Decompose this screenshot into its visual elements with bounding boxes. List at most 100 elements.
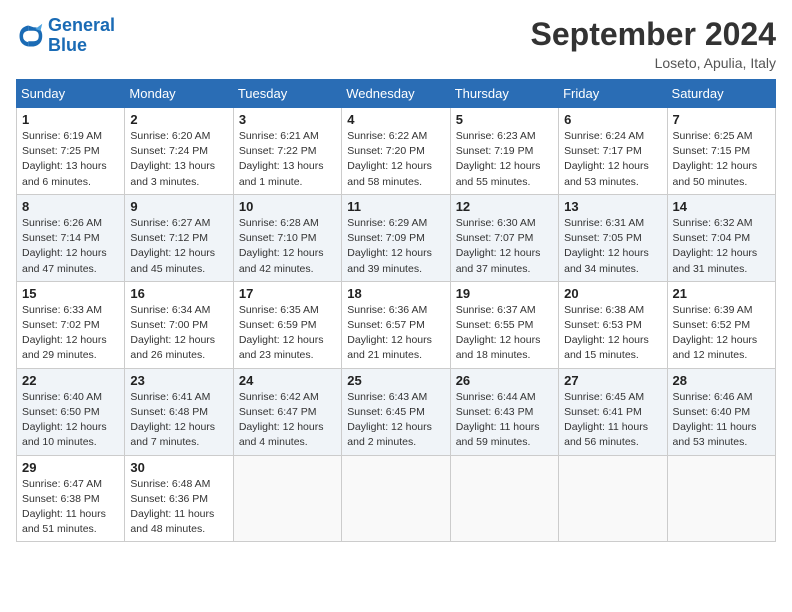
logo-text: General Blue [48, 16, 115, 56]
calendar-day-cell [342, 455, 450, 542]
day-number: 2 [130, 112, 227, 127]
calendar-day-cell: 5 Sunrise: 6:23 AMSunset: 7:19 PMDaylight… [450, 108, 558, 195]
calendar-day-cell: 30 Sunrise: 6:48 AMSunset: 6:36 PMDayligh… [125, 455, 233, 542]
calendar: SundayMondayTuesdayWednesdayThursdayFrid… [16, 79, 776, 542]
title-block: September 2024 Loseto, Apulia, Italy [531, 16, 776, 71]
calendar-week-row: 15 Sunrise: 6:33 AMSunset: 7:02 PMDayligh… [17, 281, 776, 368]
calendar-day-cell: 11Sunrise: 6:29 AMSunset: 7:09 PMDayligh… [342, 194, 450, 281]
calendar-day-cell: 18 Sunrise: 6:36 AMSunset: 6:57 PMDayligh… [342, 281, 450, 368]
day-number: 26 [456, 373, 553, 388]
day-number: 18 [347, 286, 444, 301]
calendar-day-cell: 13 Sunrise: 6:31 AMSunset: 7:05 PMDayligh… [559, 194, 667, 281]
calendar-day-cell: 10Sunrise: 6:28 AMSunset: 7:10 PMDayligh… [233, 194, 341, 281]
calendar-day-cell [667, 455, 775, 542]
calendar-week-row: 29Sunrise: 6:47 AMSunset: 6:38 PMDayligh… [17, 455, 776, 542]
calendar-day-cell [450, 455, 558, 542]
day-number: 19 [456, 286, 553, 301]
day-number: 14 [673, 199, 770, 214]
day-number: 3 [239, 112, 336, 127]
day-info: Sunrise: 6:43 AMSunset: 6:45 PMDaylight:… [347, 390, 444, 451]
calendar-day-cell [559, 455, 667, 542]
calendar-day-cell: 15 Sunrise: 6:33 AMSunset: 7:02 PMDayligh… [17, 281, 125, 368]
day-info: Sunrise: 6:28 AMSunset: 7:10 PMDaylight:… [239, 216, 336, 277]
calendar-day-cell [233, 455, 341, 542]
day-info: Sunrise: 6:22 AMSunset: 7:20 PMDaylight:… [347, 129, 444, 190]
day-info: Sunrise: 6:33 AMSunset: 7:02 PMDaylight:… [22, 303, 119, 364]
day-number: 29 [22, 460, 119, 475]
day-info: Sunrise: 6:30 AMSunset: 7:07 PMDaylight:… [456, 216, 553, 277]
day-info: Sunrise: 6:20 AMSunset: 7:24 PMDaylight:… [130, 129, 227, 190]
location: Loseto, Apulia, Italy [531, 55, 776, 71]
day-number: 21 [673, 286, 770, 301]
calendar-day-cell: 8 Sunrise: 6:26 AMSunset: 7:14 PMDaylight… [17, 194, 125, 281]
calendar-day-cell: 3 Sunrise: 6:21 AMSunset: 7:22 PMDaylight… [233, 108, 341, 195]
calendar-day-cell: 9 Sunrise: 6:27 AMSunset: 7:12 PMDaylight… [125, 194, 233, 281]
day-info: Sunrise: 6:31 AMSunset: 7:05 PMDaylight:… [564, 216, 661, 277]
calendar-day-cell: 14 Sunrise: 6:32 AMSunset: 7:04 PMDayligh… [667, 194, 775, 281]
weekday-header-cell: Sunday [17, 80, 125, 108]
day-info: Sunrise: 6:46 AMSunset: 6:40 PMDaylight:… [673, 390, 770, 451]
day-info: Sunrise: 6:34 AMSunset: 7:00 PMDaylight:… [130, 303, 227, 364]
weekday-header-cell: Saturday [667, 80, 775, 108]
weekday-header-cell: Friday [559, 80, 667, 108]
calendar-day-cell: 26 Sunrise: 6:44 AMSunset: 6:43 PMDayligh… [450, 368, 558, 455]
weekday-header-cell: Wednesday [342, 80, 450, 108]
day-number: 5 [456, 112, 553, 127]
day-number: 16 [130, 286, 227, 301]
day-number: 17 [239, 286, 336, 301]
day-number: 4 [347, 112, 444, 127]
calendar-day-cell: 28Sunrise: 6:46 AMSunset: 6:40 PMDayligh… [667, 368, 775, 455]
day-number: 9 [130, 199, 227, 214]
day-info: Sunrise: 6:44 AMSunset: 6:43 PMDaylight:… [456, 390, 553, 451]
calendar-week-row: 1 Sunrise: 6:19 AMSunset: 7:25 PMDaylight… [17, 108, 776, 195]
calendar-day-cell: 25Sunrise: 6:43 AMSunset: 6:45 PMDayligh… [342, 368, 450, 455]
day-info: Sunrise: 6:48 AMSunset: 6:36 PMDaylight:… [130, 477, 227, 538]
day-number: 1 [22, 112, 119, 127]
day-info: Sunrise: 6:38 AMSunset: 6:53 PMDaylight:… [564, 303, 661, 364]
day-number: 6 [564, 112, 661, 127]
day-number: 20 [564, 286, 661, 301]
day-info: Sunrise: 6:36 AMSunset: 6:57 PMDaylight:… [347, 303, 444, 364]
day-number: 12 [456, 199, 553, 214]
day-number: 15 [22, 286, 119, 301]
logo-icon [16, 22, 44, 50]
day-info: Sunrise: 6:25 AMSunset: 7:15 PMDaylight:… [673, 129, 770, 190]
day-info: Sunrise: 6:40 AMSunset: 6:50 PMDaylight:… [22, 390, 119, 451]
calendar-day-cell: 20 Sunrise: 6:38 AMSunset: 6:53 PMDayligh… [559, 281, 667, 368]
calendar-day-cell: 24Sunrise: 6:42 AMSunset: 6:47 PMDayligh… [233, 368, 341, 455]
calendar-day-cell: 7 Sunrise: 6:25 AMSunset: 7:15 PMDaylight… [667, 108, 775, 195]
day-number: 13 [564, 199, 661, 214]
day-number: 7 [673, 112, 770, 127]
weekday-header-cell: Tuesday [233, 80, 341, 108]
day-info: Sunrise: 6:24 AMSunset: 7:17 PMDaylight:… [564, 129, 661, 190]
weekday-header-cell: Monday [125, 80, 233, 108]
day-number: 30 [130, 460, 227, 475]
day-info: Sunrise: 6:26 AMSunset: 7:14 PMDaylight:… [22, 216, 119, 277]
calendar-day-cell: 4 Sunrise: 6:22 AMSunset: 7:20 PMDaylight… [342, 108, 450, 195]
calendar-day-cell: 22 Sunrise: 6:40 AMSunset: 6:50 PMDayligh… [17, 368, 125, 455]
day-info: Sunrise: 6:32 AMSunset: 7:04 PMDaylight:… [673, 216, 770, 277]
day-info: Sunrise: 6:37 AMSunset: 6:55 PMDaylight:… [456, 303, 553, 364]
day-number: 8 [22, 199, 119, 214]
day-number: 22 [22, 373, 119, 388]
weekday-header-row: SundayMondayTuesdayWednesdayThursdayFrid… [17, 80, 776, 108]
calendar-day-cell: 23Sunrise: 6:41 AMSunset: 6:48 PMDayligh… [125, 368, 233, 455]
logo: General Blue [16, 16, 115, 56]
month-title: September 2024 [531, 16, 776, 53]
day-info: Sunrise: 6:27 AMSunset: 7:12 PMDaylight:… [130, 216, 227, 277]
calendar-week-row: 8 Sunrise: 6:26 AMSunset: 7:14 PMDaylight… [17, 194, 776, 281]
calendar-day-cell: 17 Sunrise: 6:35 AMSunset: 6:59 PMDayligh… [233, 281, 341, 368]
day-info: Sunrise: 6:45 AMSunset: 6:41 PMDaylight:… [564, 390, 661, 451]
day-info: Sunrise: 6:23 AMSunset: 7:19 PMDaylight:… [456, 129, 553, 190]
calendar-body: 1 Sunrise: 6:19 AMSunset: 7:25 PMDaylight… [17, 108, 776, 542]
day-number: 27 [564, 373, 661, 388]
day-number: 23 [130, 373, 227, 388]
calendar-week-row: 22 Sunrise: 6:40 AMSunset: 6:50 PMDayligh… [17, 368, 776, 455]
day-info: Sunrise: 6:35 AMSunset: 6:59 PMDaylight:… [239, 303, 336, 364]
calendar-day-cell: 19 Sunrise: 6:37 AMSunset: 6:55 PMDayligh… [450, 281, 558, 368]
calendar-day-cell: 29Sunrise: 6:47 AMSunset: 6:38 PMDayligh… [17, 455, 125, 542]
day-info: Sunrise: 6:21 AMSunset: 7:22 PMDaylight:… [239, 129, 336, 190]
weekday-header-cell: Thursday [450, 80, 558, 108]
day-info: Sunrise: 6:19 AMSunset: 7:25 PMDaylight:… [22, 129, 119, 190]
day-info: Sunrise: 6:39 AMSunset: 6:52 PMDaylight:… [673, 303, 770, 364]
